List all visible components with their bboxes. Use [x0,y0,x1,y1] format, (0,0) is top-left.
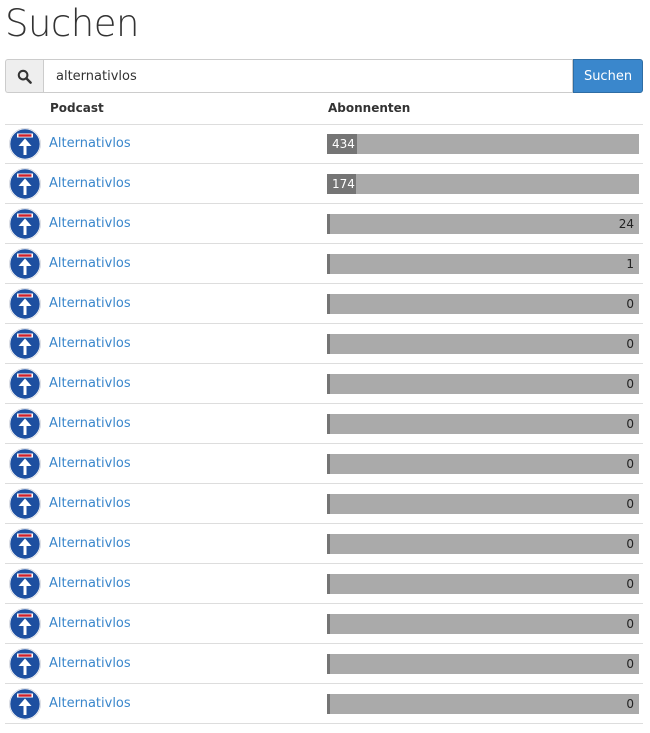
podcast-link[interactable]: Alternativlos [49,536,131,551]
subscriber-count: 0 [626,577,634,591]
subscriber-count: 0 [626,617,634,631]
podcast-link[interactable]: Alternativlos [49,336,131,351]
table-row: Alternativlos 0 [5,364,643,404]
podcast-link[interactable]: Alternativlos [49,256,131,271]
podcast-link[interactable]: Alternativlos [49,576,131,591]
subscriber-count: 0 [626,377,634,391]
table-row: Alternativlos 1 [5,244,643,284]
podcast-logo-icon[interactable] [9,448,41,480]
search-button[interactable]: Suchen [573,59,643,93]
podcast-logo-icon[interactable] [9,528,41,560]
subscriber-bar: 24 [327,214,639,234]
subscriber-bar-fill [327,694,330,714]
search-page: Suchen Suchen Podcast Abonnenten Alterna… [0,0,650,733]
table-row: Alternativlos 0 [5,284,643,324]
search-bar: Suchen [5,59,643,93]
table-row: Alternativlos 0 [5,444,643,484]
podcast-logo-icon[interactable] [9,368,41,400]
subscriber-bar: 0 [327,334,639,354]
column-header-podcast: Podcast [50,101,104,115]
podcast-link[interactable]: Alternativlos [49,296,131,311]
podcast-logo-icon[interactable] [9,208,41,240]
subscriber-count: 0 [626,537,634,551]
podcast-link[interactable]: Alternativlos [49,656,131,671]
subscriber-count: 0 [626,657,634,671]
podcast-link[interactable]: Alternativlos [49,456,131,471]
subscriber-bar-fill [327,214,330,234]
table-row: Alternativlos 0 [5,324,643,364]
podcast-logo-icon[interactable] [9,168,41,200]
table-row: Alternativlos 0 [5,644,643,684]
subscriber-bar: 0 [327,494,639,514]
search-icon [5,59,43,93]
subscriber-count: 0 [626,417,634,431]
podcast-logo-icon[interactable] [9,648,41,680]
subscriber-count: 0 [626,297,634,311]
podcast-link[interactable]: Alternativlos [49,616,131,631]
subscriber-count: 0 [626,497,634,511]
subscriber-bar: 174 [327,174,639,194]
table-row: Alternativlos 174 [5,164,643,204]
subscriber-bar: 0 [327,574,639,594]
subscriber-count: 1 [626,257,634,271]
subscriber-bar-fill [327,414,330,434]
subscriber-count: 434 [332,137,355,151]
podcast-link[interactable]: Alternativlos [49,136,131,151]
podcast-logo-icon[interactable] [9,688,41,720]
subscriber-bar-fill [327,614,330,634]
table-row: Alternativlos 0 [5,604,643,644]
subscriber-bar: 0 [327,614,639,634]
podcast-logo-icon[interactable] [9,128,41,160]
podcast-logo-icon[interactable] [9,328,41,360]
podcast-logo-icon[interactable] [9,248,41,280]
search-input[interactable] [43,59,573,93]
table-header: Podcast Abonnenten [5,96,643,125]
subscriber-bar: 0 [327,694,639,714]
subscriber-count: 0 [626,697,634,711]
podcast-link[interactable]: Alternativlos [49,216,131,231]
results-table: Alternativlos 434 Alternativlos 174 Alternat… [5,124,643,724]
table-row: Alternativlos 0 [5,404,643,444]
subscriber-bar: 0 [327,414,639,434]
subscriber-bar-fill [327,374,330,394]
subscriber-count: 174 [332,177,355,191]
podcast-logo-icon[interactable] [9,488,41,520]
podcast-link[interactable]: Alternativlos [49,696,131,711]
subscriber-bar: 0 [327,294,639,314]
podcast-logo-icon[interactable] [9,288,41,320]
subscriber-count: 0 [626,337,634,351]
page-title: Suchen [5,2,139,45]
subscriber-bar-fill [327,494,330,514]
table-row: Alternativlos 0 [5,484,643,524]
subscriber-count: 0 [626,457,634,471]
subscriber-bar-fill [327,254,330,274]
subscriber-bar-fill [327,334,330,354]
podcast-link[interactable]: Alternativlos [49,416,131,431]
subscriber-bar-fill [327,294,330,314]
podcast-logo-icon[interactable] [9,608,41,640]
podcast-link[interactable]: Alternativlos [49,496,131,511]
table-row: Alternativlos 0 [5,524,643,564]
subscriber-bar: 0 [327,534,639,554]
podcast-link[interactable]: Alternativlos [49,176,131,191]
subscriber-bar: 0 [327,454,639,474]
podcast-logo-icon[interactable] [9,568,41,600]
subscriber-bar-fill [327,574,330,594]
table-row: Alternativlos 0 [5,564,643,604]
subscriber-bar: 0 [327,654,639,674]
subscriber-bar-fill [327,454,330,474]
subscriber-bar: 1 [327,254,639,274]
podcast-logo-icon[interactable] [9,408,41,440]
column-header-subscribers: Abonnenten [328,101,411,115]
table-row: Alternativlos 434 [5,124,643,164]
table-row: Alternativlos 24 [5,204,643,244]
table-row: Alternativlos 0 [5,684,643,724]
subscriber-count: 24 [618,217,634,231]
subscriber-bar: 434 [327,134,639,154]
subscriber-bar-fill [327,654,330,674]
podcast-link[interactable]: Alternativlos [49,376,131,391]
subscriber-bar-fill [327,534,330,554]
subscriber-bar: 0 [327,374,639,394]
